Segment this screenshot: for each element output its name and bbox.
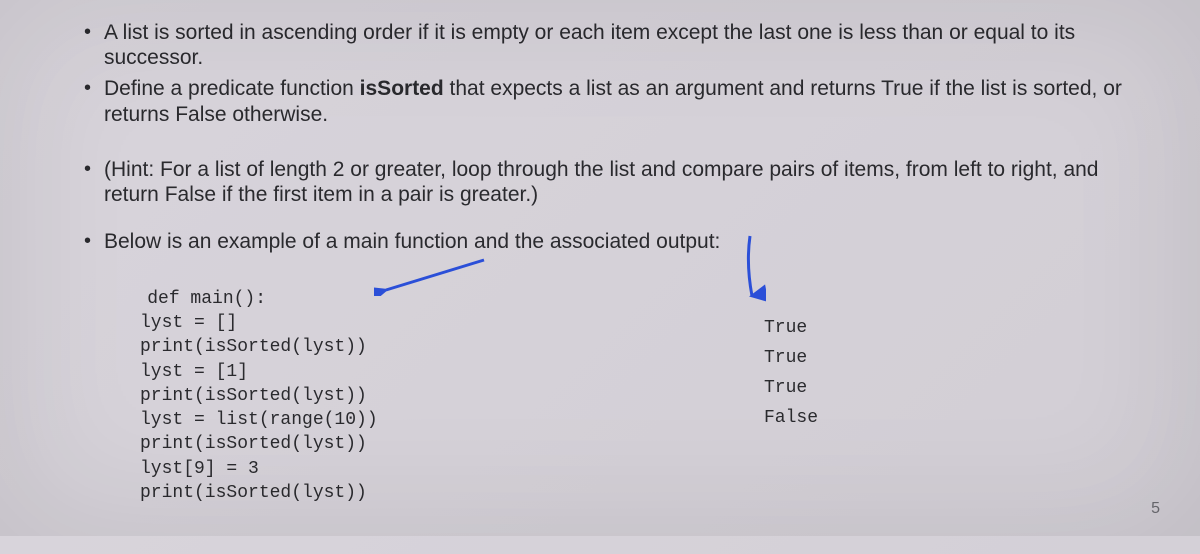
bullet-text: A list is sorted in ascending order if i…	[104, 21, 1075, 69]
bullet-text: (Hint: For a list of length 2 or greater…	[104, 158, 1099, 206]
function-name: isSorted	[360, 77, 444, 100]
code-block: def main(): lyst = []print(isSorted(lyst…	[104, 262, 664, 554]
code-line: def main():	[147, 289, 266, 309]
output-line: True	[764, 374, 1140, 403]
bullet-item-hint: (Hint: For a list of length 2 or greater…	[80, 157, 1140, 207]
code-line: print(isSorted(lyst))	[104, 335, 664, 359]
code-line: print(isSorted(lyst))	[104, 432, 664, 456]
output-line: False	[764, 404, 1140, 433]
code-line: print(isSorted(lyst))	[104, 481, 664, 505]
bullet-text: Below is an example of a main function a…	[104, 230, 720, 253]
page-number: 5	[1151, 500, 1160, 518]
code-output-container: def main(): lyst = []print(isSorted(lyst…	[104, 262, 1140, 554]
bullet-item-example-intro: Below is an example of a main function a…	[80, 229, 1140, 254]
output-line: True	[764, 344, 1140, 373]
code-line: lyst = [1]	[104, 360, 664, 384]
bullet-list: A list is sorted in ascending order if i…	[80, 20, 1140, 254]
code-line: print(isSorted(lyst))	[104, 384, 664, 408]
output-line: True	[764, 314, 1140, 343]
bullet-item-definition: A list is sorted in ascending order if i…	[80, 20, 1140, 70]
code-line: lyst = []	[104, 311, 664, 335]
code-line: lyst = list(range(10))	[104, 408, 664, 432]
output-block: True True True False	[664, 262, 1140, 554]
bullet-item-task: Define a predicate function isSorted tha…	[80, 76, 1140, 126]
bullet-text-pre: Define a predicate function	[104, 77, 360, 100]
code-line: lyst[9] = 3	[104, 457, 664, 481]
